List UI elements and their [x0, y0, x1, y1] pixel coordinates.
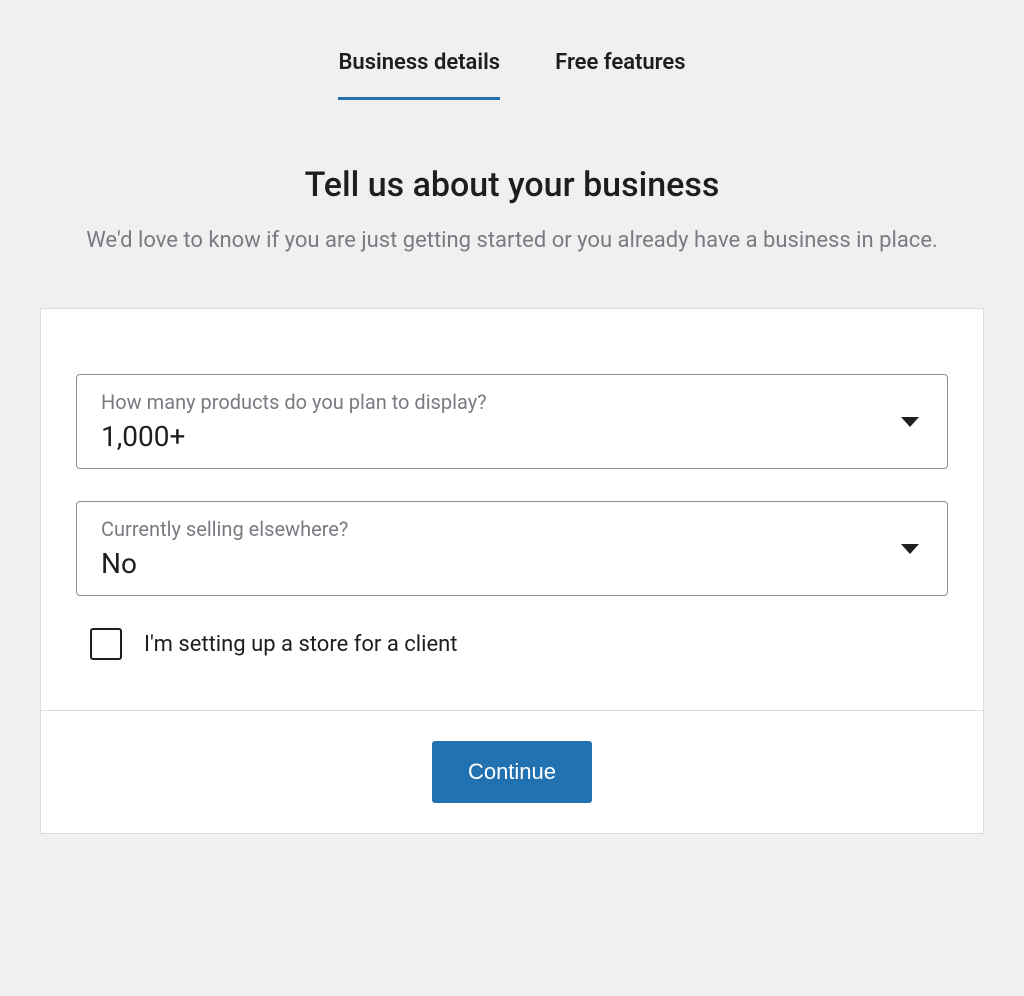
product-count-value: 1,000+ — [101, 420, 923, 453]
product-count-select[interactable]: How many products do you plan to display… — [76, 374, 948, 469]
product-count-label: How many products do you plan to display… — [101, 390, 923, 414]
selling-elsewhere-label: Currently selling elsewhere? — [101, 517, 923, 541]
chevron-down-icon — [901, 417, 919, 427]
card-footer: Continue — [41, 710, 983, 833]
page-title: Tell us about your business — [40, 165, 984, 205]
tab-free-features[interactable]: Free features — [555, 50, 685, 100]
tab-bar: Business details Free features — [0, 50, 1024, 100]
card-body: How many products do you plan to display… — [41, 309, 983, 710]
selling-elsewhere-value: No — [101, 547, 923, 580]
client-checkbox-label: I'm setting up a store for a client — [144, 632, 457, 657]
chevron-down-icon — [901, 544, 919, 554]
form-card: How many products do you plan to display… — [40, 308, 984, 834]
heading-section: Tell us about your business We'd love to… — [0, 165, 1024, 258]
wizard-container: Business details Free features Tell us a… — [0, 0, 1024, 834]
tab-business-details[interactable]: Business details — [338, 50, 500, 100]
continue-button[interactable]: Continue — [432, 741, 592, 803]
client-checkbox[interactable] — [90, 628, 122, 660]
client-checkbox-row: I'm setting up a store for a client — [76, 628, 948, 660]
page-subtitle: We'd love to know if you are just gettin… — [42, 223, 982, 258]
selling-elsewhere-select[interactable]: Currently selling elsewhere? No — [76, 501, 948, 596]
